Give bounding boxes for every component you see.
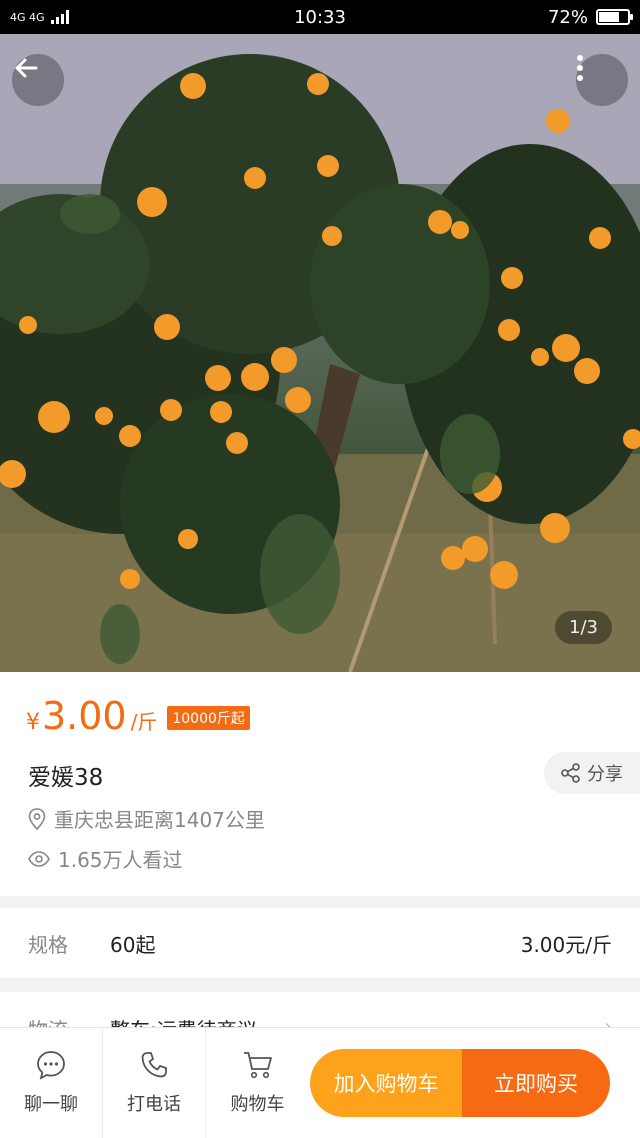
more-button[interactable]	[576, 54, 628, 106]
call-label: 打电话	[127, 1094, 181, 1115]
share-label: 分享	[587, 764, 623, 785]
status-bar: 4G 4G 10:33 72%	[0, 0, 640, 34]
eye-icon	[28, 850, 50, 867]
spec-price: 3.00元/斤	[520, 932, 612, 957]
spec-label: 规格	[28, 932, 68, 957]
spec-row[interactable]: 规格 60起 3.00元/斤	[0, 908, 640, 978]
arrow-left-icon	[15, 58, 38, 78]
battery-icon	[596, 9, 633, 25]
battery-percent: 72%	[547, 6, 588, 28]
more-vertical-icon	[577, 55, 583, 81]
call-button[interactable]: 打电话	[103, 1028, 206, 1138]
share-icon	[561, 763, 580, 783]
price-unit: /斤	[130, 710, 158, 734]
network-label: 4G 4G	[10, 10, 45, 24]
views-row: 1.65万人看过	[28, 844, 183, 873]
product-info-card: ¥ 3.00 /斤 10000斤起 爱媛38 分享 重庆忠县距离1407公里 1…	[0, 672, 640, 896]
chat-bubble-icon	[37, 1051, 65, 1080]
phone-icon	[141, 1052, 167, 1078]
location-row: 重庆忠县距离1407公里	[28, 804, 265, 833]
buy-now-button[interactable]: 立即购买	[462, 1049, 610, 1117]
image-page-indicator: 1/3	[555, 611, 612, 644]
price-row: ¥ 3.00 /斤 10000斤起	[26, 694, 250, 738]
network-indicator: 4G 4G	[10, 10, 69, 24]
price-value: 3.00	[42, 694, 127, 738]
location-text: 重庆忠县距离1407公里	[54, 808, 265, 832]
product-title: 爱媛38	[28, 765, 104, 791]
product-image-gallery[interactable]: 1/3	[0, 34, 640, 672]
status-time: 10:33	[294, 6, 346, 28]
chat-label: 聊一聊	[24, 1094, 78, 1115]
share-button[interactable]: 分享	[544, 752, 640, 794]
add-to-cart-button[interactable]: 加入购物车	[310, 1049, 462, 1117]
orange-tree-photo	[0, 34, 640, 672]
cart-label: 购物车	[230, 1094, 285, 1115]
bottom-action-bar: 聊一聊 打电话 购物车 加入购物车 立即购买	[0, 1027, 640, 1138]
cart-button[interactable]: 购物车	[206, 1028, 309, 1138]
views-text: 1.65万人看过	[58, 848, 183, 872]
battery-fill	[599, 12, 620, 22]
back-button[interactable]	[12, 54, 64, 106]
signal-icon	[50, 10, 69, 24]
min-order-badge: 10000斤起	[167, 706, 250, 730]
purchase-actions: 加入购物车 立即购买	[310, 1049, 610, 1117]
spec-value: 60起	[110, 932, 156, 957]
currency-symbol: ¥	[26, 710, 40, 735]
chat-button[interactable]: 聊一聊	[0, 1028, 103, 1138]
location-pin-icon	[28, 807, 46, 830]
shopping-cart-icon	[243, 1052, 272, 1079]
